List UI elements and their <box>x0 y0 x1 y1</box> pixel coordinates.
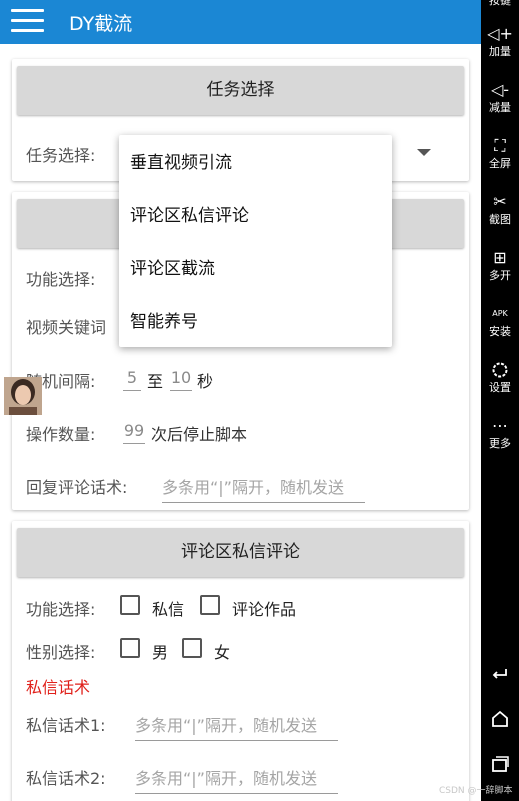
gender-select-label: 性别选择: <box>26 643 96 662</box>
sidebar-item-label: 减量 <box>489 101 511 114</box>
comment-dm-button[interactable]: 评论区私信评论 <box>17 528 464 577</box>
app-title: DY截流 <box>69 13 133 35</box>
dropdown-option-smart-nurture[interactable]: 智能养号 <box>119 296 392 349</box>
top-app-bar: DY截流 <box>0 0 481 44</box>
sidebar-item-label: 全屏 <box>489 157 511 170</box>
interval-min-input[interactable]: 5 <box>123 368 141 391</box>
checkbox-comment-works[interactable] <box>200 595 220 615</box>
dropdown-option-comment-dm[interactable]: 评论区私信评论 <box>119 190 392 243</box>
floating-avatar[interactable] <box>4 377 42 415</box>
male-option: 男 <box>152 643 169 662</box>
comment-dm-card: 评论区私信评论 功能选择: 私信 评论作品 性别选择: 男 女 私信话术 私信话… <box>12 521 469 801</box>
scissors-icon: ✂ <box>493 192 507 211</box>
app-screen: DY截流 任务选择 任务选择: 功能选择: 视频关键词 随机间隔: 5 至 10… <box>0 0 481 801</box>
fullscreen-icon: ⛶ <box>494 136 506 155</box>
sidebar-item-volume-up[interactable]: ◁+ 加量 <box>481 25 519 59</box>
dm-script-1-input[interactable]: 多条用“|”隔开，随机发送 <box>135 712 338 741</box>
reply-comment-input[interactable]: 多条用“|”隔开，随机发送 <box>162 474 365 503</box>
sidebar-item-label: 按键 <box>489 0 511 7</box>
more-icon: ⋯ <box>492 416 508 435</box>
sidebar-item-label: 更多 <box>489 437 511 450</box>
task-select-label: 任务选择: <box>26 146 96 165</box>
home-icon[interactable] <box>481 710 519 733</box>
interval-unit: 秒 <box>197 372 214 391</box>
interval-max-input[interactable]: 10 <box>170 368 192 391</box>
checkbox-female[interactable] <box>182 638 202 658</box>
sidebar-item-fullscreen[interactable]: ⛶ 全屏 <box>481 137 519 171</box>
sidebar-item-label: 设置 <box>489 381 511 394</box>
dropdown-option-vertical-video[interactable]: 垂直视频引流 <box>119 137 392 190</box>
sidebar-item-volume-down[interactable]: ◁- 减量 <box>481 81 519 115</box>
hamburger-menu-icon[interactable] <box>11 7 45 35</box>
operation-count-label: 操作数量: <box>26 425 96 444</box>
watermark: CSDN @一辞脚本 <box>439 786 513 796</box>
video-keyword-label: 视频关键词 <box>26 318 107 337</box>
task-dropdown-menu: 垂直视频引流 评论区私信评论 评论区截流 智能养号 <box>119 135 392 347</box>
dm-script-title: 私信话术 <box>26 678 91 697</box>
task-select-button[interactable]: 任务选择 <box>17 66 464 115</box>
dm-script-1-label: 私信话术1: <box>26 716 106 735</box>
checkbox-male[interactable] <box>120 638 140 658</box>
checkbox-private-message[interactable] <box>120 595 140 615</box>
sidebar-item-multi-open[interactable]: ⊞ 多开 <box>481 249 519 283</box>
interval-separator: 至 <box>147 372 164 391</box>
comment-works-option: 评论作品 <box>232 600 297 619</box>
sidebar-item-label: 安装 <box>489 325 511 338</box>
recent-apps-icon[interactable] <box>481 755 519 778</box>
sidebar-item-label: 多开 <box>489 269 511 282</box>
sidebar-item-label: 截图 <box>489 213 511 226</box>
operation-count-input[interactable]: 99 <box>123 421 145 444</box>
function-select-label: 功能选择: <box>26 270 96 289</box>
sidebar-item-label: 加量 <box>489 45 511 58</box>
sidebar-item-screenshot[interactable]: ✂ 截图 <box>481 193 519 227</box>
sidebar-item-install[interactable]: APK 安装 <box>481 305 519 339</box>
sidebar-item-more[interactable]: ⋯ 更多 <box>481 417 519 451</box>
dropdown-option-comment-intercept[interactable]: 评论区截流 <box>119 243 392 296</box>
reply-comment-label: 回复评论话术: <box>26 478 128 497</box>
female-option: 女 <box>214 643 231 662</box>
private-message-option: 私信 <box>152 600 185 619</box>
back-icon[interactable] <box>481 667 519 688</box>
chevron-down-icon[interactable] <box>417 149 431 156</box>
apk-install-icon: APK <box>492 309 508 318</box>
multi-window-icon: ⊞ <box>493 248 507 267</box>
settings-icon <box>481 361 519 381</box>
operation-count-suffix: 次后停止脚本 <box>151 425 248 444</box>
volume-up-icon: ◁+ <box>487 24 513 43</box>
sidebar-item-keys[interactable]: 按键 <box>481 0 519 8</box>
sidebar-item-settings[interactable]: 设置 <box>481 361 519 395</box>
dm-script-2-label: 私信话术2: <box>26 769 106 788</box>
dm-script-2-input[interactable]: 多条用“|”隔开，随机发送 <box>135 765 338 794</box>
volume-down-icon: ◁- <box>490 80 510 99</box>
dm-function-label: 功能选择: <box>26 600 96 619</box>
emulator-sidebar: 按键 ◁+ 加量 ◁- 减量 ⛶ 全屏 ✂ 截图 ⊞ 多开 APK 安装 设置 … <box>481 0 519 801</box>
